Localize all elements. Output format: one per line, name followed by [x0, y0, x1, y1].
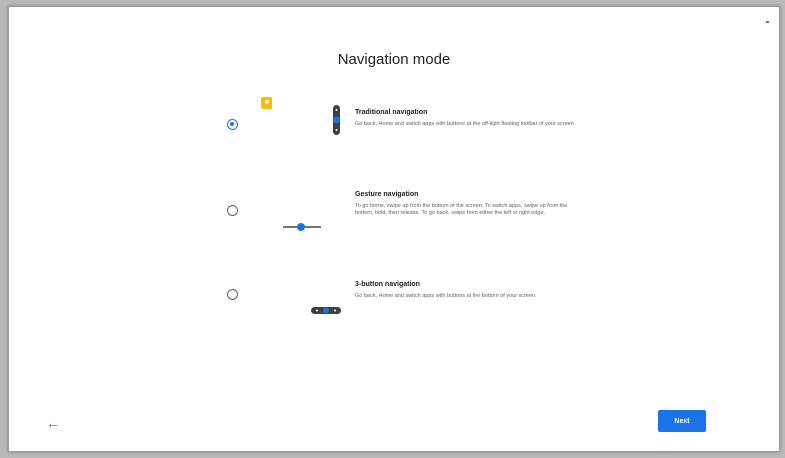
gesture-bar-illustration-icon: [283, 223, 321, 231]
three-button-bar-illustration-icon: [311, 307, 341, 314]
option-description: To go home, swipe up from the bottom of …: [355, 203, 568, 216]
option-description: Go back, Home and switch apps with butto…: [355, 121, 574, 127]
radio-traditional-navigation[interactable]: [227, 119, 238, 130]
next-button[interactable]: Next: [658, 410, 706, 432]
option-title: Gesture navigation: [355, 191, 419, 198]
option-gesture-navigation[interactable]: Gesture navigation To go home, swipe up …: [9, 191, 779, 251]
status-dot: [766, 21, 769, 23]
radio-3-button-navigation[interactable]: [227, 289, 238, 300]
option-traditional-navigation[interactable]: Traditional navigation Go back, Home and…: [9, 97, 779, 167]
option-title: Traditional navigation: [355, 109, 428, 116]
option-title: 3-button navigation: [355, 281, 420, 288]
setup-screen: Navigation mode Traditional navigation G…: [8, 6, 780, 452]
radio-gesture-navigation[interactable]: [227, 205, 238, 216]
floating-toolbar-illustration-icon: [261, 97, 340, 135]
page-title: Navigation mode: [337, 51, 451, 68]
option-description: Go back, Home and switch apps with butto…: [355, 293, 537, 299]
back-arrow-icon[interactable]: ←: [46, 416, 60, 430]
option-3-button-navigation[interactable]: 3-button navigation Go back, Home and sw…: [9, 281, 779, 341]
